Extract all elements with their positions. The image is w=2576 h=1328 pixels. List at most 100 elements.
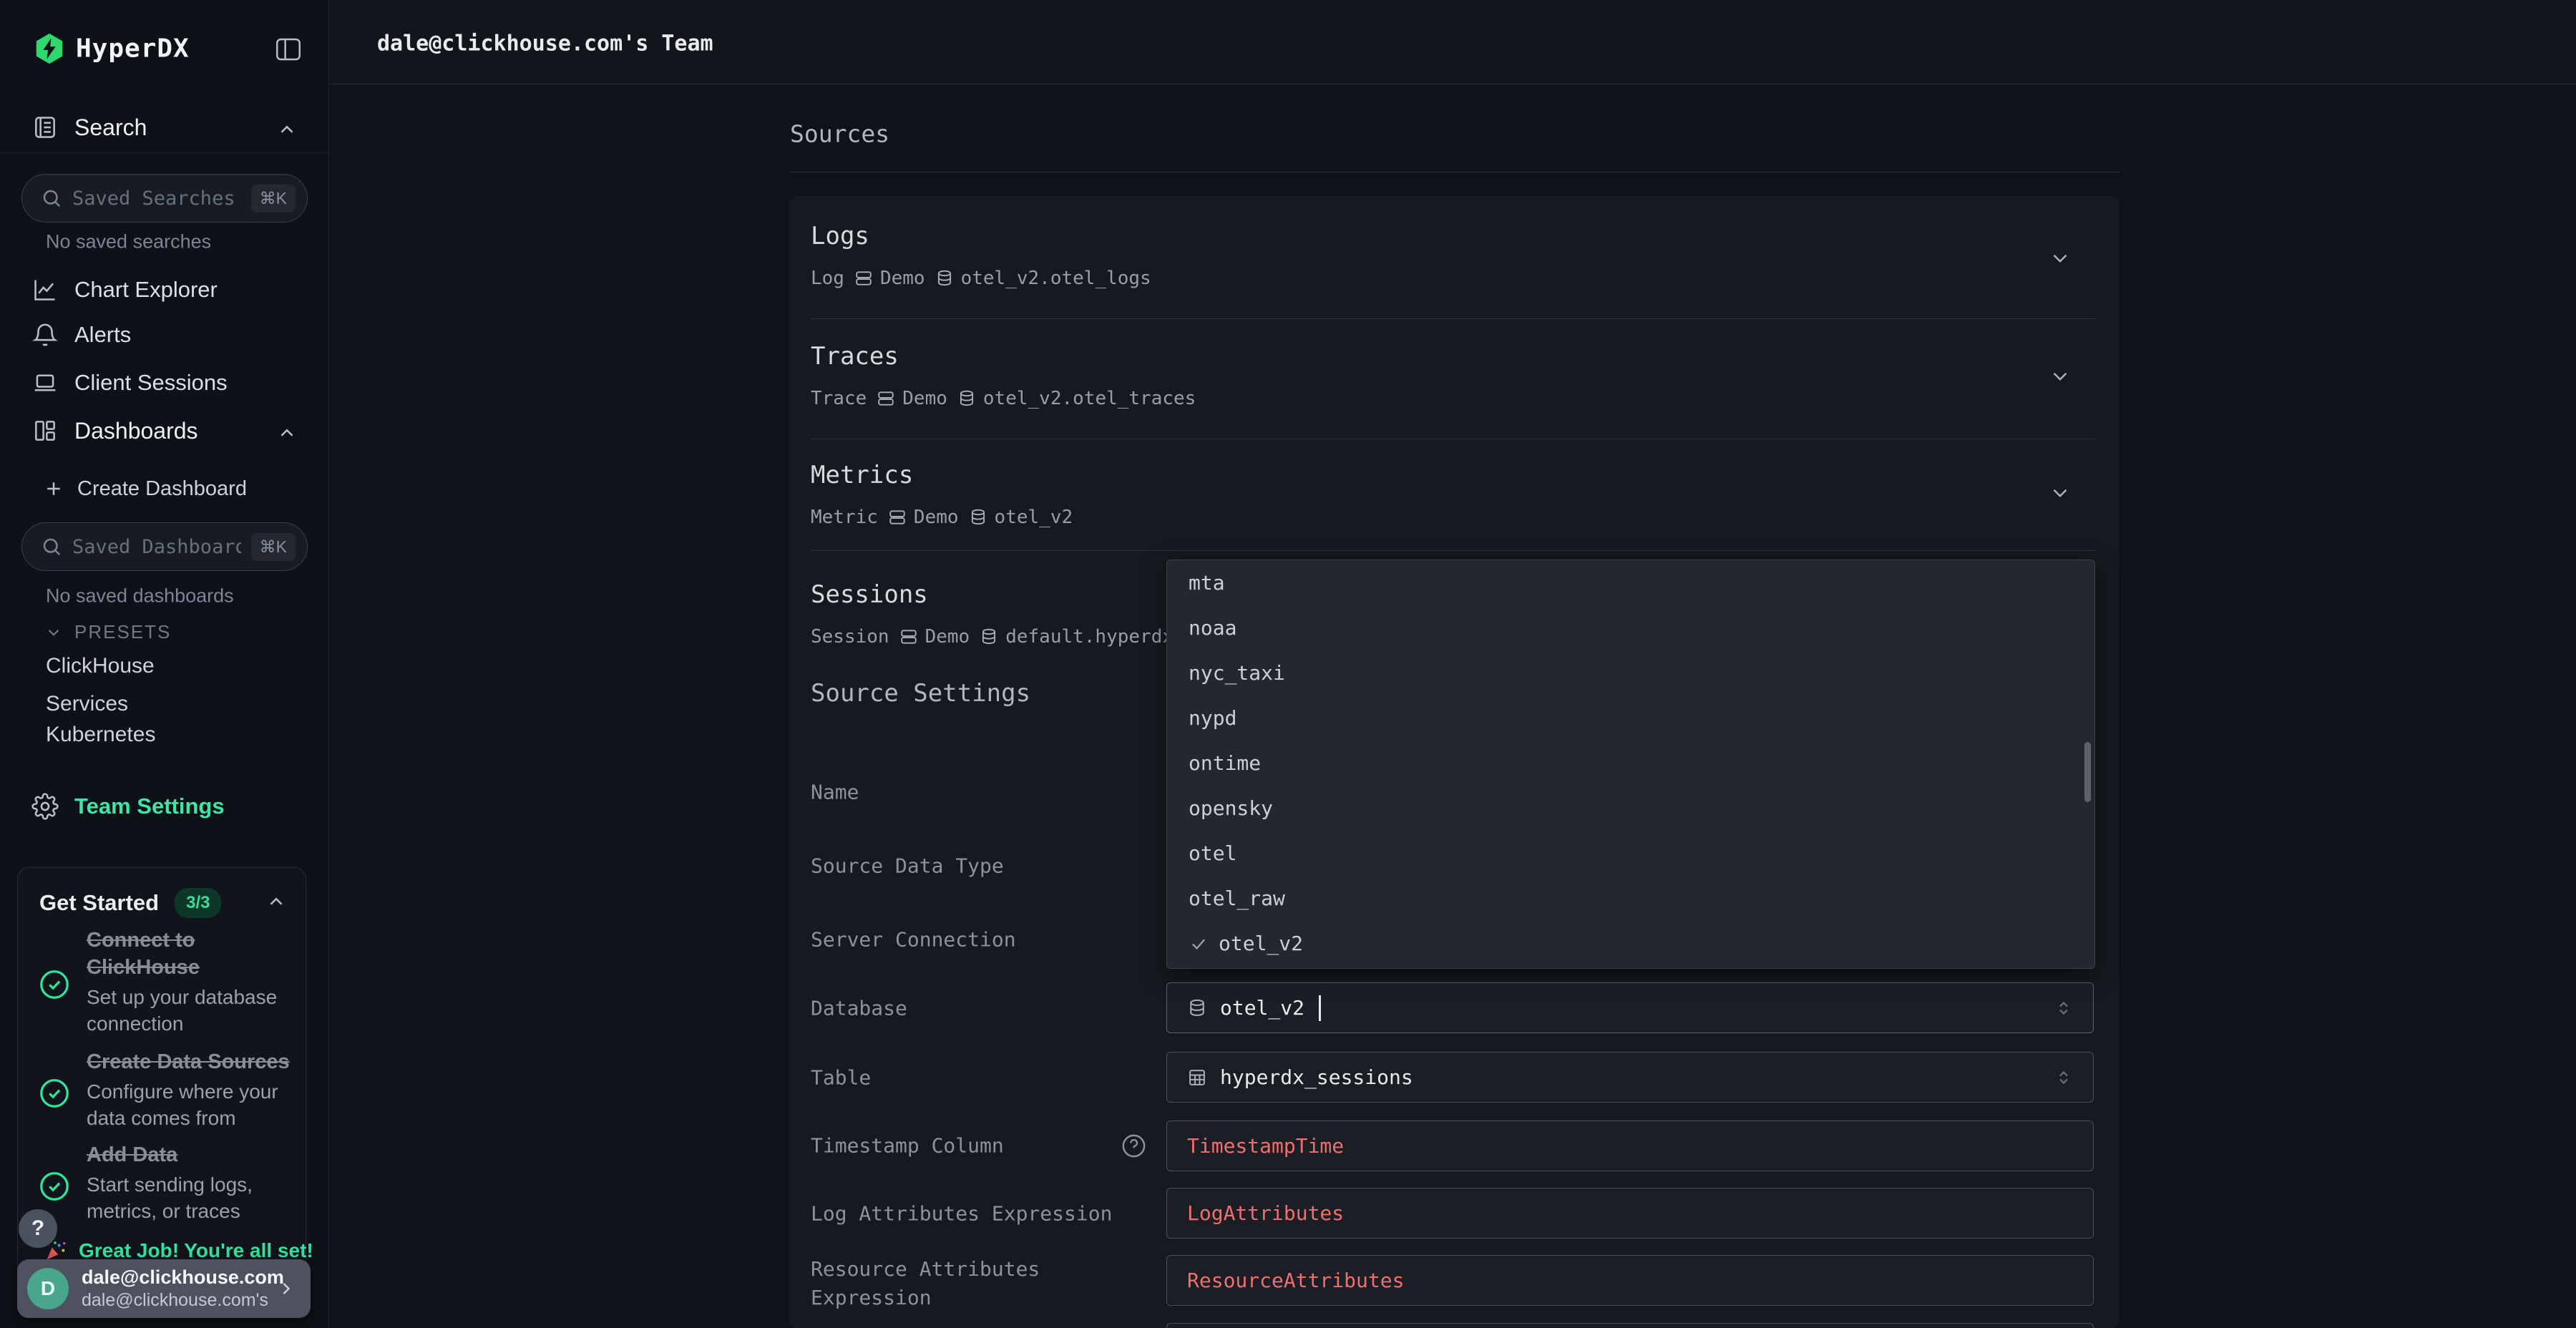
shortcut-badge: ⌘K [251, 533, 296, 561]
saved-searches-input[interactable] [72, 187, 241, 210]
source-row-title[interactable]: Logs [811, 222, 869, 250]
database-icon [957, 389, 976, 408]
top-bar: dale@clickhouse.com's Team [329, 0, 2576, 84]
source-row-meta: Metric Demo otel_v2 [811, 507, 1073, 528]
label-database: Database [811, 997, 907, 1020]
team-title: dale@clickhouse.com's Team [377, 31, 713, 57]
bell-icon [31, 321, 59, 348]
database-dropdown: mta noaa nyc_taxi nypd ontime opensky ot… [1166, 560, 2095, 969]
sidebar-item-team-settings[interactable]: Team Settings [0, 785, 329, 828]
dropdown-option[interactable]: nypd [1167, 695, 2094, 741]
source-row-meta: Trace Demo otel_v2.otel_traces [811, 388, 1196, 409]
source-row-title[interactable]: Traces [811, 342, 899, 371]
chevron-down-icon[interactable] [2048, 246, 2072, 270]
get-started-title: Get Started [39, 890, 159, 916]
main-area: dale@clickhouse.com's Team Sources Logs … [329, 0, 2576, 1328]
sidebar-item-client-sessions[interactable]: Client Sessions [0, 361, 329, 404]
source-table: otel_v2 [995, 507, 1073, 528]
chevron-up-icon[interactable] [276, 422, 298, 444]
sidebar-item-chart-explorer[interactable]: Chart Explorer [0, 268, 329, 311]
server-icon [877, 389, 895, 408]
shortcut-badge: ⌘K [251, 185, 296, 213]
log-attributes-input[interactable]: LogAttributes [1166, 1188, 2094, 1239]
label-name: Name [811, 781, 859, 804]
collapse-sidebar-icon[interactable] [273, 34, 303, 64]
dropdown-option-selected[interactable]: otel_v2 [1167, 921, 2094, 966]
label-server-connection: Server Connection [811, 928, 1016, 952]
get-started-item-add-data[interactable]: Add Data Start sending logs, metrics, or… [38, 1141, 296, 1224]
row-divider [811, 550, 2095, 551]
check-icon [1189, 934, 1209, 954]
select-caret-icon[interactable] [2053, 997, 2074, 1019]
gear-icon [31, 793, 59, 820]
chevron-up-icon[interactable] [265, 891, 287, 912]
search-list-icon [31, 114, 59, 141]
server-icon [854, 269, 873, 288]
dropdown-option[interactable]: ontime [1167, 741, 2094, 786]
get-started-progress-badge: 3/3 [175, 888, 221, 918]
laptop-icon [31, 369, 59, 396]
chevron-right-icon [276, 1279, 296, 1299]
server-icon [899, 628, 918, 646]
app-title: HyperDX [76, 34, 190, 64]
dropdown-option[interactable]: opensky [1167, 786, 2094, 831]
get-started-item-subtitle: Configure where your data comes from [87, 1078, 301, 1131]
presets-toggle[interactable]: PRESETS [44, 621, 171, 643]
select-caret-icon[interactable] [2053, 1067, 2074, 1088]
chevron-up-icon[interactable] [276, 119, 298, 140]
presets-label: PRESETS [74, 621, 171, 643]
saved-dashboards-search[interactable]: ⌘K [21, 522, 308, 571]
resource-attributes-input[interactable]: ResourceAttributes [1166, 1255, 2094, 1306]
preset-services[interactable]: Services [46, 692, 128, 716]
chevron-down-icon[interactable] [2048, 481, 2072, 505]
get-started-card: Get Started 3/3 Connect to ClickHouse Se… [17, 867, 306, 1288]
create-dashboard-button[interactable]: Create Dashboard [0, 467, 329, 510]
user-workspace: dale@clickhouse.com's [82, 1289, 263, 1312]
timestamp-column-value: TimestampTime [1187, 1134, 1344, 1158]
table-icon [1187, 1068, 1207, 1088]
saved-searches-search[interactable]: ⌘K [21, 174, 308, 223]
sidebar-item-alerts[interactable]: Alerts [0, 313, 329, 356]
source-kind: Log [811, 268, 844, 289]
database-icon [980, 628, 998, 646]
dropdown-option[interactable]: otel [1167, 831, 2094, 876]
label-timestamp-column: Timestamp Column [811, 1134, 1004, 1158]
dropdown-option[interactable]: noaa [1167, 605, 2094, 650]
dropdown-scrollbar[interactable] [2084, 742, 2091, 802]
get-started-item-subtitle: Set up your database connection [87, 984, 301, 1037]
dropdown-option[interactable]: mta [1167, 560, 2094, 605]
get-started-item-connect[interactable]: Connect to ClickHouse Set up your databa… [38, 927, 296, 1037]
database-input[interactable]: otel_v2 [1166, 982, 2094, 1033]
next-input-partial[interactable] [1166, 1323, 2094, 1328]
help-button[interactable]: ? [19, 1209, 57, 1248]
chart-icon [31, 276, 59, 303]
user-menu[interactable]: D dale@clickhouse.com dale@clickhouse.co… [17, 1259, 311, 1318]
table-input[interactable]: hyperdx_sessions [1166, 1052, 2094, 1103]
check-circle-icon [38, 1077, 71, 1110]
preset-clickhouse[interactable]: ClickHouse [46, 654, 155, 678]
search-icon [41, 536, 62, 557]
source-row-title[interactable]: Sessions [811, 580, 928, 609]
text-cursor [1319, 995, 1321, 1021]
source-row-title[interactable]: Metrics [811, 461, 913, 489]
search-icon [41, 187, 62, 209]
get-started-item-title: Connect to ClickHouse [87, 927, 265, 981]
source-table: otel_v2.otel_traces [983, 388, 1196, 409]
preset-kubernetes[interactable]: Kubernetes [46, 723, 155, 747]
get-started-item-title: Add Data [87, 1141, 301, 1168]
get-started-item-title: Create Data Sources [87, 1048, 301, 1075]
dropdown-option[interactable]: otel_raw [1167, 876, 2094, 921]
no-saved-dashboards-note: No saved dashboards [46, 585, 234, 607]
check-circle-icon [38, 1170, 71, 1203]
dropdown-option[interactable]: nyc_taxi [1167, 650, 2094, 695]
chevron-down-icon[interactable] [2048, 364, 2072, 389]
source-kind: Metric [811, 507, 878, 528]
saved-dashboards-input[interactable] [72, 536, 241, 558]
check-circle-icon [38, 968, 71, 1001]
help-circle-icon[interactable] [1121, 1133, 1147, 1159]
label-table: Table [811, 1066, 871, 1090]
timestamp-column-input[interactable]: TimestampTime [1166, 1120, 2094, 1171]
label-log-attributes: Log Attributes Expression [811, 1202, 1112, 1226]
sidebar-divider [0, 152, 328, 153]
get-started-item-sources[interactable]: Create Data Sources Configure where your… [38, 1048, 296, 1131]
